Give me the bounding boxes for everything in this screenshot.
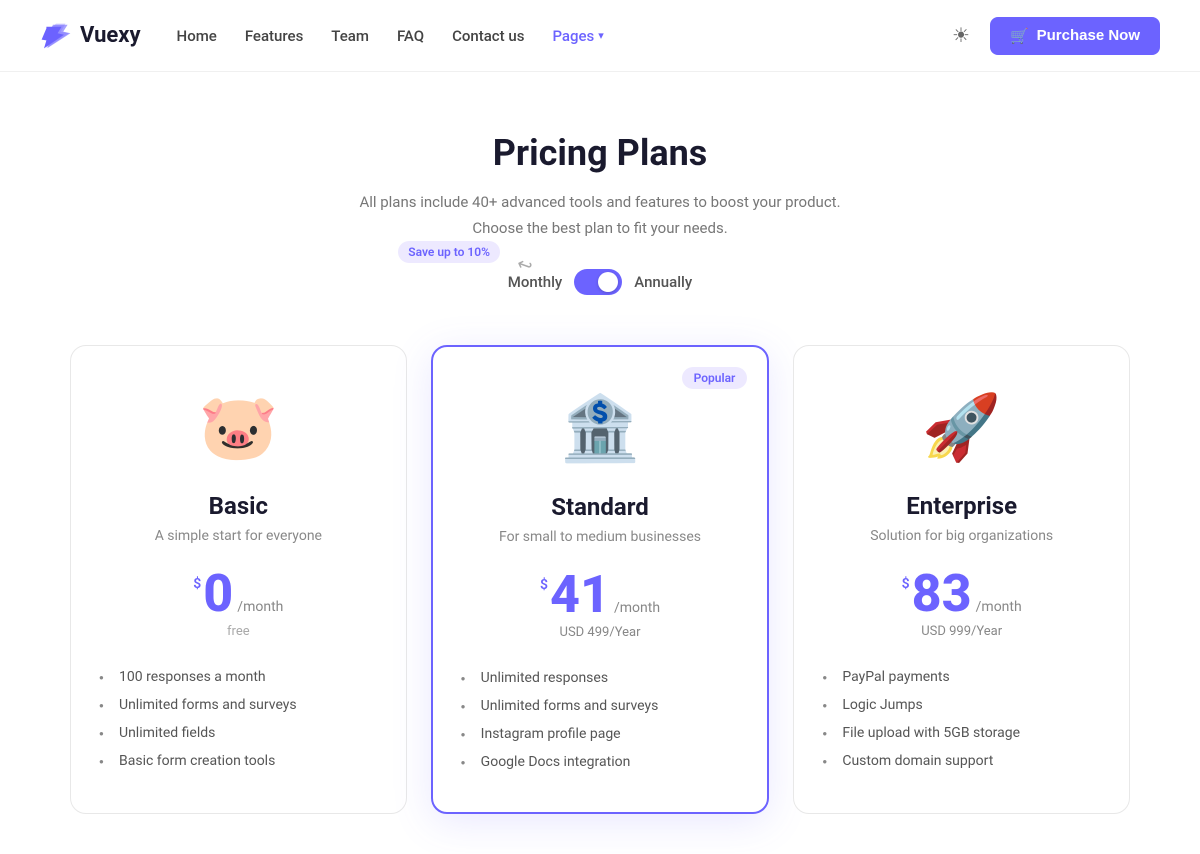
nav-team[interactable]: Team [331,27,369,45]
enterprise-currency: $ [902,576,910,592]
standard-period: /month [614,600,660,616]
standard-currency: $ [540,577,548,593]
pricing-title: Pricing Plans [40,132,1160,174]
chevron-down-icon: ▾ [598,29,604,42]
enterprise-title: Enterprise [822,492,1101,520]
annually-label: Annually [634,273,692,291]
basic-currency: $ [193,576,201,592]
nav-pages[interactable]: Pages ▾ [552,27,603,45]
plan-basic: 🐷 Basic A simple start for everyone $ 0 … [70,345,407,814]
nav-left: Vuexy Home Features Team FAQ Contact us … [40,22,604,50]
theme-toggle-button[interactable]: ☀ [948,19,974,52]
logo[interactable]: Vuexy [40,22,141,50]
popular-badge: Popular [682,367,748,389]
basic-feature-3: Unlimited fields [99,719,378,747]
enterprise-subtitle: Solution for big organizations [822,528,1101,544]
enterprise-feature-1: PayPal payments [822,663,1101,691]
plan-enterprise: 🚀 Enterprise Solution for big organizati… [793,345,1130,814]
nav-features[interactable]: Features [245,27,303,45]
basic-period: /month [237,599,283,615]
standard-price: 41 [550,569,610,621]
pricing-section: Pricing Plans All plans include 40+ adva… [0,72,1200,854]
standard-icon: 🏦 [555,383,645,473]
enterprise-period: /month [976,599,1022,615]
nav-contact[interactable]: Contact us [452,27,524,45]
navbar: Vuexy Home Features Team FAQ Contact us … [0,0,1200,72]
standard-title: Standard [461,493,740,521]
basic-price-row: $ 0 /month [99,568,378,620]
basic-price: 0 [203,568,233,620]
enterprise-feature-4: Custom domain support [822,747,1101,775]
standard-feature-2: Unlimited forms and surveys [461,692,740,720]
standard-note: USD 499/Year [461,625,740,640]
basic-feature-2: Unlimited forms and surveys [99,691,378,719]
basic-icon: 🐷 [193,382,283,472]
enterprise-feature-3: File upload with 5GB storage [822,719,1101,747]
basic-feature-4: Basic form creation tools [99,747,378,775]
billing-toggle-wrapper: Save up to 10% ↩ Monthly Annually [40,269,1160,295]
toggle-knob [598,272,618,292]
nav-links: Home Features Team FAQ Contact us Pages … [177,27,604,45]
enterprise-price-row: $ 83 /month [822,568,1101,620]
sun-icon: ☀ [952,25,970,47]
billing-toggle[interactable] [574,269,622,295]
standard-feature-4: Google Docs integration [461,748,740,776]
basic-title: Basic [99,492,378,520]
pricing-cards: 🐷 Basic A simple start for everyone $ 0 … [50,345,1150,814]
pricing-subtitle: All plans include 40+ advanced tools and… [40,190,1160,241]
purchase-now-button[interactable]: 🛒 Purchase Now [990,17,1160,55]
enterprise-icon: 🚀 [917,382,1007,472]
logo-icon [40,22,72,50]
monthly-label: Monthly [508,273,562,291]
standard-feature-3: Instagram profile page [461,720,740,748]
standard-feature-1: Unlimited responses [461,664,740,692]
cart-icon: 🛒 [1010,27,1029,45]
nav-home[interactable]: Home [177,27,217,45]
enterprise-features: PayPal payments Logic Jumps File upload … [822,663,1101,775]
logo-text: Vuexy [80,23,141,48]
standard-subtitle: For small to medium businesses [461,529,740,545]
basic-note: free [99,624,378,639]
enterprise-feature-2: Logic Jumps [822,691,1101,719]
standard-price-row: $ 41 /month [461,569,740,621]
basic-feature-1: 100 responses a month [99,663,378,691]
enterprise-price: 83 [912,568,972,620]
basic-features: 100 responses a month Unlimited forms an… [99,663,378,775]
plan-standard: Popular 🏦 Standard For small to medium b… [431,345,770,814]
nav-right: ☀ 🛒 Purchase Now [948,17,1160,55]
enterprise-note: USD 999/Year [822,624,1101,639]
nav-faq[interactable]: FAQ [397,27,424,45]
basic-subtitle: A simple start for everyone [99,528,378,544]
save-badge: Save up to 10% [398,241,500,263]
standard-features: Unlimited responses Unlimited forms and … [461,664,740,776]
